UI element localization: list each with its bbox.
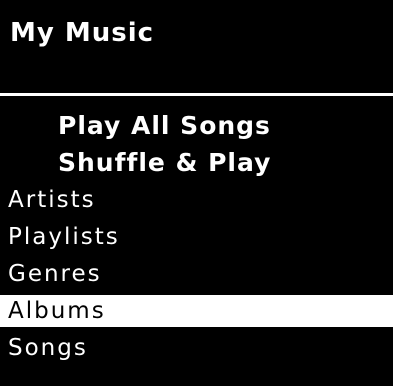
menu-item-label: Shuffle & Play <box>58 148 272 177</box>
header: My Music <box>0 0 393 92</box>
menu-item-label: Genres <box>8 261 102 287</box>
menu-item-genres[interactable]: Genres <box>0 258 393 290</box>
menu-item-play-all-songs[interactable]: Play All Songs <box>0 110 393 142</box>
menu-item-label: Play All Songs <box>58 111 271 140</box>
music-menu: Play All Songs Shuffle & Play Artists Pl… <box>0 110 393 369</box>
menu-item-artists[interactable]: Artists <box>0 184 393 216</box>
menu-item-label: Albums <box>8 298 106 324</box>
menu-item-label: Songs <box>8 335 88 361</box>
header-divider <box>0 93 393 96</box>
menu-item-label: Artists <box>8 187 96 213</box>
menu-item-label: Playlists <box>8 224 120 250</box>
menu-item-songs[interactable]: Songs <box>0 332 393 364</box>
menu-item-albums[interactable]: Albums <box>0 295 393 327</box>
music-screen: My Music Play All Songs Shuffle & Play A… <box>0 0 393 386</box>
menu-item-playlists[interactable]: Playlists <box>0 221 393 253</box>
page-title: My Music <box>10 18 155 48</box>
menu-item-shuffle-and-play[interactable]: Shuffle & Play <box>0 147 393 179</box>
